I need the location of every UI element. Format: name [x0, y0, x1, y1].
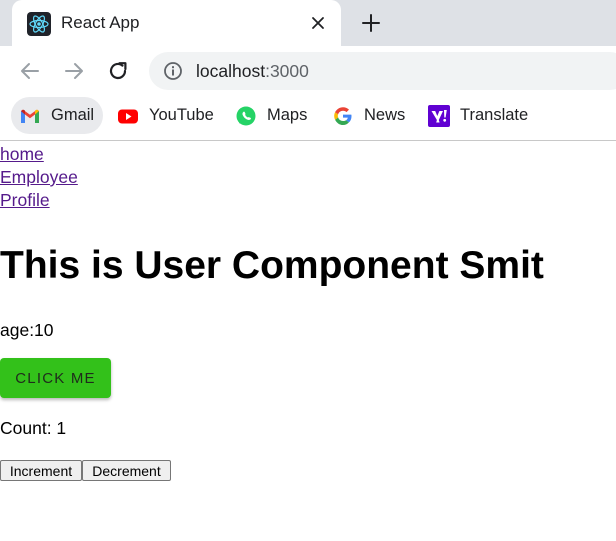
react-logo-icon [27, 12, 51, 36]
yahoo-icon [428, 104, 450, 127]
bookmark-label: Translate [460, 106, 529, 124]
reload-icon[interactable] [103, 56, 133, 86]
bookmark-label: YouTube [149, 106, 214, 124]
forward-arrow-icon[interactable] [59, 56, 89, 86]
nav-link-profile[interactable]: Profile [0, 189, 50, 212]
nav-link-home[interactable]: home [0, 143, 44, 166]
bookmark-youtube[interactable]: YouTube [109, 97, 223, 134]
decrement-button[interactable]: Decrement [82, 460, 171, 481]
info-icon[interactable] [163, 61, 183, 81]
bookmark-gmail[interactable]: Gmail [11, 97, 104, 134]
back-arrow-icon[interactable] [15, 56, 45, 86]
url-text: localhost:3000 [196, 61, 309, 82]
nav-link-employee[interactable]: Employee [0, 166, 78, 189]
increment-button[interactable]: Increment [0, 460, 82, 481]
click-me-button[interactable]: CLICK ME [0, 358, 111, 398]
bookmark-label: Maps [267, 106, 308, 124]
age-text: age:10 [0, 320, 54, 340]
tab-strip: React App [0, 0, 616, 46]
bookmark-translate[interactable]: Translate [420, 97, 537, 134]
bookmark-maps[interactable]: Maps [227, 97, 316, 134]
close-icon[interactable] [305, 10, 331, 36]
bookmark-label: News [364, 106, 406, 124]
url-host: localhost [196, 61, 266, 81]
bookmarks-bar: Gmail YouTube Maps News Translate [0, 96, 616, 141]
youtube-icon [117, 105, 139, 127]
gmail-icon [19, 105, 41, 127]
maps-icon [235, 105, 257, 127]
google-news-icon [332, 105, 354, 127]
bookmark-news[interactable]: News [324, 97, 414, 134]
count-text: Count: 1 [0, 418, 67, 438]
url-port: :3000 [265, 61, 309, 81]
bookmark-label: Gmail [51, 106, 95, 124]
tab-react-app[interactable]: React App [12, 0, 341, 46]
page-content: home Employee Profile This is User Compo… [0, 142, 616, 541]
plus-icon[interactable] [357, 9, 385, 37]
tab-title: React App [61, 13, 140, 32]
page-title: This is User Component Smit [0, 244, 544, 287]
address-bar[interactable]: localhost:3000 [149, 52, 616, 90]
browser-toolbar: localhost:3000 [0, 46, 616, 96]
